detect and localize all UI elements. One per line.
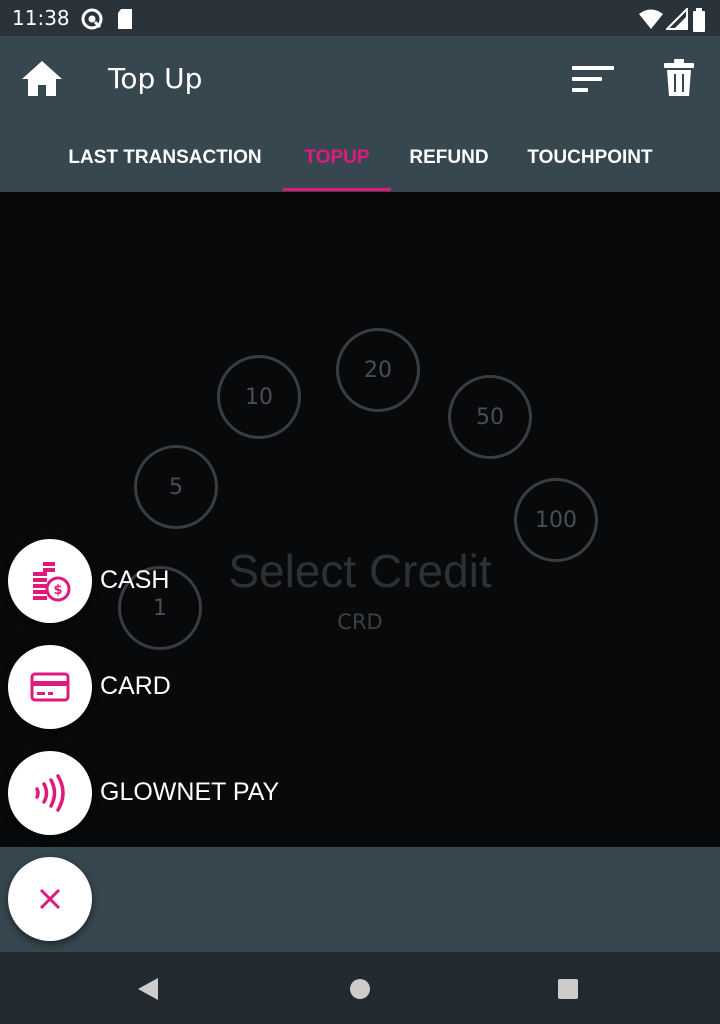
at-sign-icon [80, 8, 104, 34]
wifi-icon [638, 8, 664, 34]
back-icon [138, 978, 158, 1000]
tab-topup[interactable]: TOPUP [283, 138, 391, 192]
tab-last-transaction[interactable]: LAST TRANSACTION [52, 138, 278, 192]
recents-icon [558, 979, 578, 999]
battery-icon [692, 8, 706, 36]
credit-card-icon [30, 672, 70, 702]
contactless-icon [35, 774, 65, 812]
credit-option-10[interactable]: 10 [217, 355, 301, 439]
credit-option-5[interactable]: 5 [134, 445, 218, 529]
svg-text:$: $ [53, 583, 62, 598]
status-bar: 11:38 [0, 0, 720, 36]
recents-button[interactable] [556, 977, 580, 1005]
tab-refund[interactable]: REFUND [398, 138, 500, 192]
cash-button[interactable]: $ [8, 539, 92, 623]
home-nav-button[interactable] [348, 977, 372, 1005]
tab-bar: LAST TRANSACTION TOPUP REFUND TOUCHPOINT [0, 138, 720, 192]
home-circle-icon [350, 979, 370, 999]
credit-option-50[interactable]: 50 [448, 375, 532, 459]
tab-touchpoint[interactable]: TOUCHPOINT [512, 138, 668, 192]
card-label[interactable]: CARD [100, 672, 171, 701]
sort-button[interactable] [570, 64, 616, 94]
bottom-bar [0, 847, 720, 952]
topup-panel: 1 5 10 20 50 100 Select Credit CRD [0, 192, 720, 847]
status-time: 11:38 [12, 6, 70, 30]
cell-signal-icon [664, 6, 688, 34]
cash-coins-icon: $ [33, 562, 71, 602]
select-credit-prompt: Select Credit [228, 545, 492, 597]
app-bar: Top Up LAST TRANSACTION TOPUP REFUND TOU… [0, 36, 720, 192]
back-button[interactable] [136, 976, 160, 1006]
active-tab-indicator [283, 188, 391, 191]
close-menu-button[interactable] [8, 857, 92, 941]
page-title: Top Up [108, 62, 203, 95]
home-icon [22, 61, 62, 96]
sort-icon [572, 66, 614, 92]
home-button[interactable] [20, 58, 64, 98]
card-button[interactable] [8, 645, 92, 729]
trash-icon [664, 59, 694, 96]
system-nav-bar [0, 952, 720, 1024]
close-icon [39, 888, 61, 910]
sd-card-icon [116, 8, 134, 34]
credit-option-20[interactable]: 20 [336, 328, 420, 412]
glownet-pay-button[interactable] [8, 751, 92, 835]
glownet-pay-label[interactable]: GLOWNET PAY [100, 778, 279, 807]
delete-button[interactable] [662, 58, 696, 98]
cash-label[interactable]: CASH [100, 566, 169, 595]
currency-label: CRD [337, 610, 383, 634]
